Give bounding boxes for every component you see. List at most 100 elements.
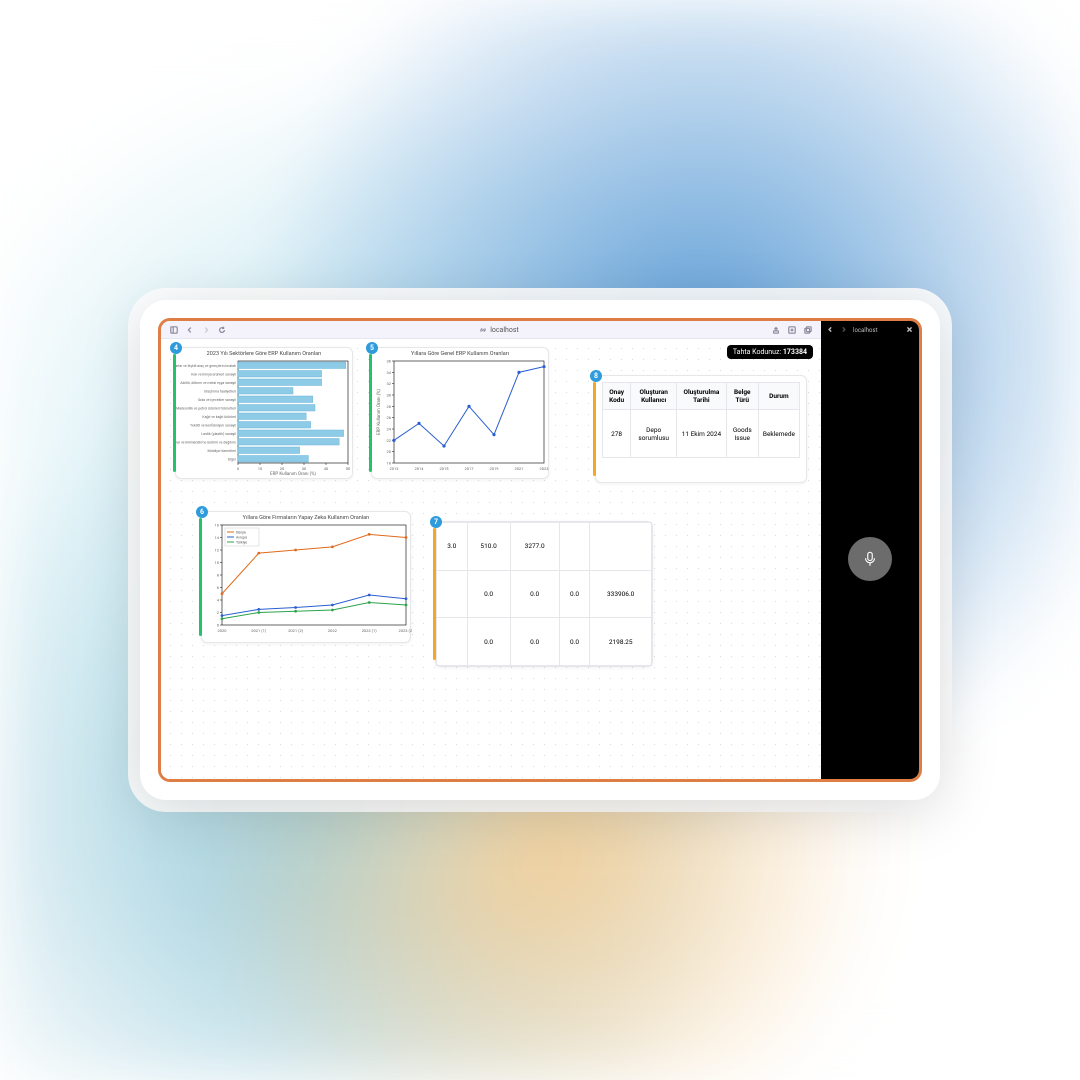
table-cell: 0.0 [510, 618, 559, 666]
svg-text:2: 2 [217, 610, 220, 615]
svg-text:ERP Kullanım Oranı (%): ERP Kullanım Oranı (%) [270, 470, 316, 477]
widget-8-edge [593, 382, 596, 476]
widget-8-badge: 8 [590, 370, 602, 382]
table-cell: 0.0 [467, 618, 510, 666]
table-cell: 0.0 [559, 570, 590, 618]
svg-text:6: 6 [217, 585, 220, 590]
widget-8[interactable]: 8 Onay KoduOluşturan KullanıcıOluşturulm… [595, 375, 807, 483]
voice-panel: localhost [821, 321, 919, 779]
back-icon[interactable] [185, 325, 195, 335]
svg-text:12: 12 [215, 548, 220, 553]
svg-text:Elektrik, gaz, buhar ve ikliml: Elektrik, gaz, buhar ve iklimlendirme ür… [176, 440, 236, 444]
widget-5[interactable]: 5 Yıllara Göre Genel ERP Kullanım Oranla… [371, 347, 549, 479]
widget-4-badge: 4 [170, 342, 182, 354]
voice-panel-toolbar: localhost [821, 321, 919, 339]
svg-text:18: 18 [387, 461, 392, 466]
table-cell: 0.0 [510, 570, 559, 618]
widget-5-chart: 1820222426283032343620132014201520172019… [372, 357, 550, 477]
table-header: Durum [758, 383, 799, 410]
svg-text:22: 22 [387, 438, 392, 443]
table-cell [559, 523, 590, 571]
svg-text:2023: 2023 [540, 466, 549, 471]
widget-7-table: 3.0510.03277.00.00.00.0333906.00.00.00.0… [436, 522, 652, 666]
table-cell: 0.0 [467, 570, 510, 618]
svg-text:Mobilya hizmetleri: Mobilya hizmetleri [208, 449, 237, 453]
svg-text:2020: 2020 [218, 628, 228, 633]
forward-icon[interactable] [201, 325, 211, 335]
svg-text:20: 20 [280, 466, 285, 471]
microphone-button[interactable] [848, 537, 892, 581]
svg-text:2015: 2015 [440, 466, 450, 471]
widget-4-title: 2023 Yılı Sektörlere Göre ERP Kullanım O… [176, 348, 352, 357]
table-row: 3.0510.03277.0 [437, 523, 652, 571]
widget-6[interactable]: 6 Yıllara Göre Firmaların Yapay Zeka Kul… [201, 511, 411, 643]
svg-text:Türkiye: Türkiye [236, 541, 247, 545]
widget-7[interactable]: 7 3.0510.03277.00.00.00.0333906.00.00.00… [435, 521, 653, 667]
svg-text:24: 24 [387, 427, 392, 432]
svg-text:Bilgi/sayarlar ve ilişkili ara: Bilgi/sayarlar ve ilişkili araç ve gereç… [176, 364, 236, 368]
svg-text:2013: 2013 [390, 466, 399, 471]
back-icon[interactable] [827, 326, 834, 335]
svg-text:32: 32 [387, 381, 392, 386]
widget-6-chart: 024681012141620202021 (1)2021 (2)2022202… [202, 521, 412, 641]
table-cell [437, 570, 468, 618]
svg-text:30: 30 [387, 393, 392, 398]
svg-text:Dünya: Dünya [236, 531, 246, 535]
board-code-value: 173384 [783, 348, 807, 356]
widget-7-badge: 7 [430, 516, 442, 528]
reload-icon[interactable] [217, 325, 227, 335]
link-icon [479, 326, 487, 334]
svg-text:Ulaştırma faaliyetleri: Ulaştırma faaliyetleri [204, 389, 236, 393]
widget-7-edge [433, 528, 436, 660]
browser-toolbar: localhost [161, 321, 821, 339]
svg-text:Gıda ve içecekler sanayii: Gıda ve içecekler sanayii [198, 398, 236, 402]
voice-url: localhost [853, 327, 878, 334]
svg-text:8: 8 [217, 573, 220, 578]
table-row: 0.00.00.02198.25 [437, 618, 652, 666]
table-header: Oluşturulma Tarihi [677, 383, 726, 410]
new-tab-icon[interactable] [787, 325, 797, 335]
svg-text:10: 10 [258, 466, 263, 471]
widget-6-badge: 6 [196, 506, 208, 518]
share-icon[interactable] [771, 325, 781, 335]
table-cell: 3.0 [437, 523, 468, 571]
tabs-icon[interactable] [803, 325, 813, 335]
widget-4[interactable]: 4 2023 Yılı Sektörlere Göre ERP Kullanım… [175, 347, 353, 479]
table-header-row: Onay KoduOluşturan KullanıcıOluşturulma … [603, 383, 800, 410]
sidebar-icon[interactable] [169, 325, 179, 335]
table-row: 0.00.00.0333906.0 [437, 570, 652, 618]
table-cell [437, 618, 468, 666]
svg-text:Akrilik, dökme ve metal eşya s: Akrilik, dökme ve metal eşya sanayii [180, 381, 236, 385]
table-header: Oluşturan Kullanıcı [631, 383, 677, 410]
widget-6-title: Yıllara Göre Firmaların Yapay Zeka Kulla… [202, 512, 410, 521]
svg-text:2017: 2017 [465, 466, 475, 471]
svg-text:0: 0 [237, 466, 240, 471]
svg-text:26: 26 [387, 415, 392, 420]
table-header: Belge Türü [726, 383, 758, 410]
svg-text:2022: 2022 [328, 628, 338, 633]
address-bar[interactable]: localhost [479, 326, 519, 334]
table-cell: 11 Ekim 2024 [677, 410, 726, 458]
table-row: 278Depo sorumlusu11 Ekim 2024Goods Issue… [603, 410, 800, 458]
svg-text:4: 4 [217, 598, 220, 603]
svg-text:Tekstil ve konfeksiyon sanayii: Tekstil ve konfeksiyon sanayii [190, 423, 236, 427]
widget-8-table: Onay KoduOluşturan KullanıcıOluşturulma … [602, 382, 800, 458]
widget-5-title: Yıllara Göre Genel ERP Kullanım Oranları [372, 348, 548, 357]
close-icon[interactable] [906, 326, 913, 335]
table-cell: 3277.0 [510, 523, 559, 571]
svg-text:30: 30 [302, 466, 307, 471]
svg-text:ERP Kullanım Oranı (%): ERP Kullanım Oranı (%) [375, 389, 382, 435]
table-header: Onay Kodu [603, 383, 631, 410]
table-cell: 333906.0 [590, 570, 652, 618]
widget-4-chart: 01020304050Bilgi/sayarlar ve ilişkili ar… [176, 357, 354, 477]
table-cell: 278 [603, 410, 631, 458]
svg-text:2023 (1): 2023 (1) [362, 628, 378, 633]
dashboard-canvas[interactable]: Tahta Kodunuz: 173384 4 2023 Yılı Sektör… [161, 339, 821, 779]
svg-text:Madencilik ve petrol ürünleri: Madencilik ve petrol ürünleri hizmetleri [176, 406, 236, 410]
svg-text:0: 0 [217, 623, 220, 628]
forward-icon[interactable] [840, 326, 847, 335]
svg-text:Avrupa: Avrupa [236, 536, 247, 540]
svg-text:Kok ve kimya ürünleri sanayii: Kok ve kimya ürünleri sanayii [191, 372, 236, 376]
svg-text:50: 50 [346, 466, 351, 471]
device-frame: localhost Tahta Kodunuz: 173384 4 2023 Y… [140, 300, 940, 800]
